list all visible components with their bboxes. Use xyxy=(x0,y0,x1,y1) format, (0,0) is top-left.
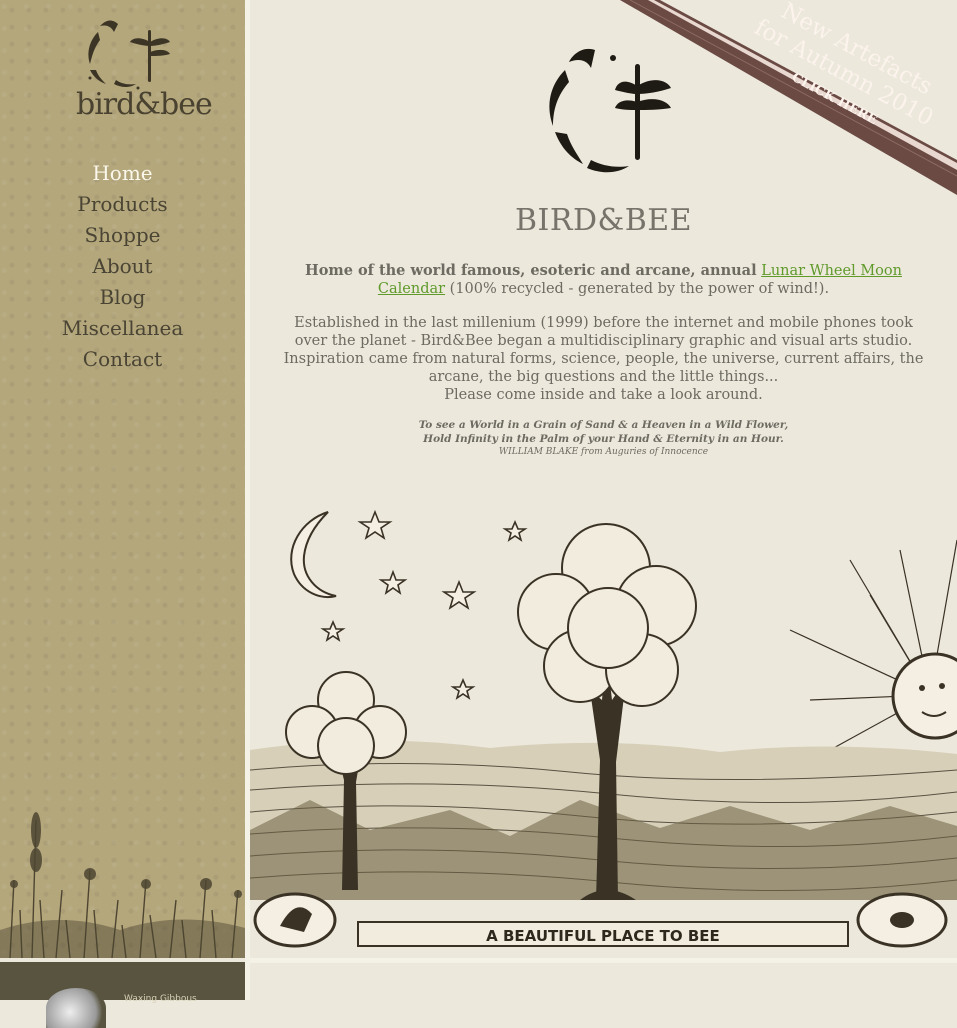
intro-paragraph: Home of the world famous, esoteric and a… xyxy=(290,262,917,298)
bottom-divider xyxy=(250,958,957,963)
crescent-moon-icon xyxy=(290,511,337,598)
about-invite: Please come inside and take a look aroun… xyxy=(444,387,763,403)
blake-quote: To see a World in a Grain of Sand & a He… xyxy=(250,419,957,460)
nav-products[interactable]: Products xyxy=(0,189,245,220)
nav-miscellanea[interactable]: Miscellanea xyxy=(0,313,245,344)
intro-lead: Home of the world famous, esoteric and a… xyxy=(305,262,757,279)
bee-icon xyxy=(890,912,914,928)
wildflowers-illustration xyxy=(0,812,245,958)
quote-line-2: Hold Infinity in the Palm of your Hand &… xyxy=(423,432,784,445)
nav-contact[interactable]: Contact xyxy=(0,344,245,375)
illustration-banner-text: A BEAUTIFUL PLACE TO BEE xyxy=(486,927,720,945)
about-text: Established in the last millenium (1999)… xyxy=(283,315,924,385)
nav-about[interactable]: About xyxy=(0,251,245,282)
site-title: BIRD&BEE xyxy=(514,203,693,238)
quote-attribution: WILLIAM BLAKE from Auguries of Innocence xyxy=(498,447,709,457)
landscape-illustration: A BEAUTIFUL PLACE TO BEE xyxy=(250,509,957,958)
main-nav: Home Products Shoppe About Blog Miscella… xyxy=(0,158,245,375)
sidebar: bird&bee Home Products Shoppe About Blog… xyxy=(0,0,245,958)
moon-phase-label: Waxing Gibbous xyxy=(124,994,197,1004)
intro-tail: (100% recycled - generated by the power … xyxy=(449,281,830,297)
about-paragraph: Established in the last millenium (1999)… xyxy=(280,314,927,404)
logo-wordmark: bird&bee xyxy=(76,87,213,122)
moon-phase-widget: Waxing Gibbous xyxy=(0,962,245,1028)
nav-blog[interactable]: Blog xyxy=(0,282,245,313)
nav-home[interactable]: Home xyxy=(0,158,245,189)
nav-shoppe[interactable]: Shoppe xyxy=(0,220,245,251)
sun-icon xyxy=(789,539,957,751)
new-artefacts-banner[interactable]: New Artefacts for Autumn 2010 CLICK HERE xyxy=(620,0,957,195)
quote-line-1: To see a World in a Grain of Sand & a He… xyxy=(418,419,789,431)
moon-icon xyxy=(46,988,106,1028)
